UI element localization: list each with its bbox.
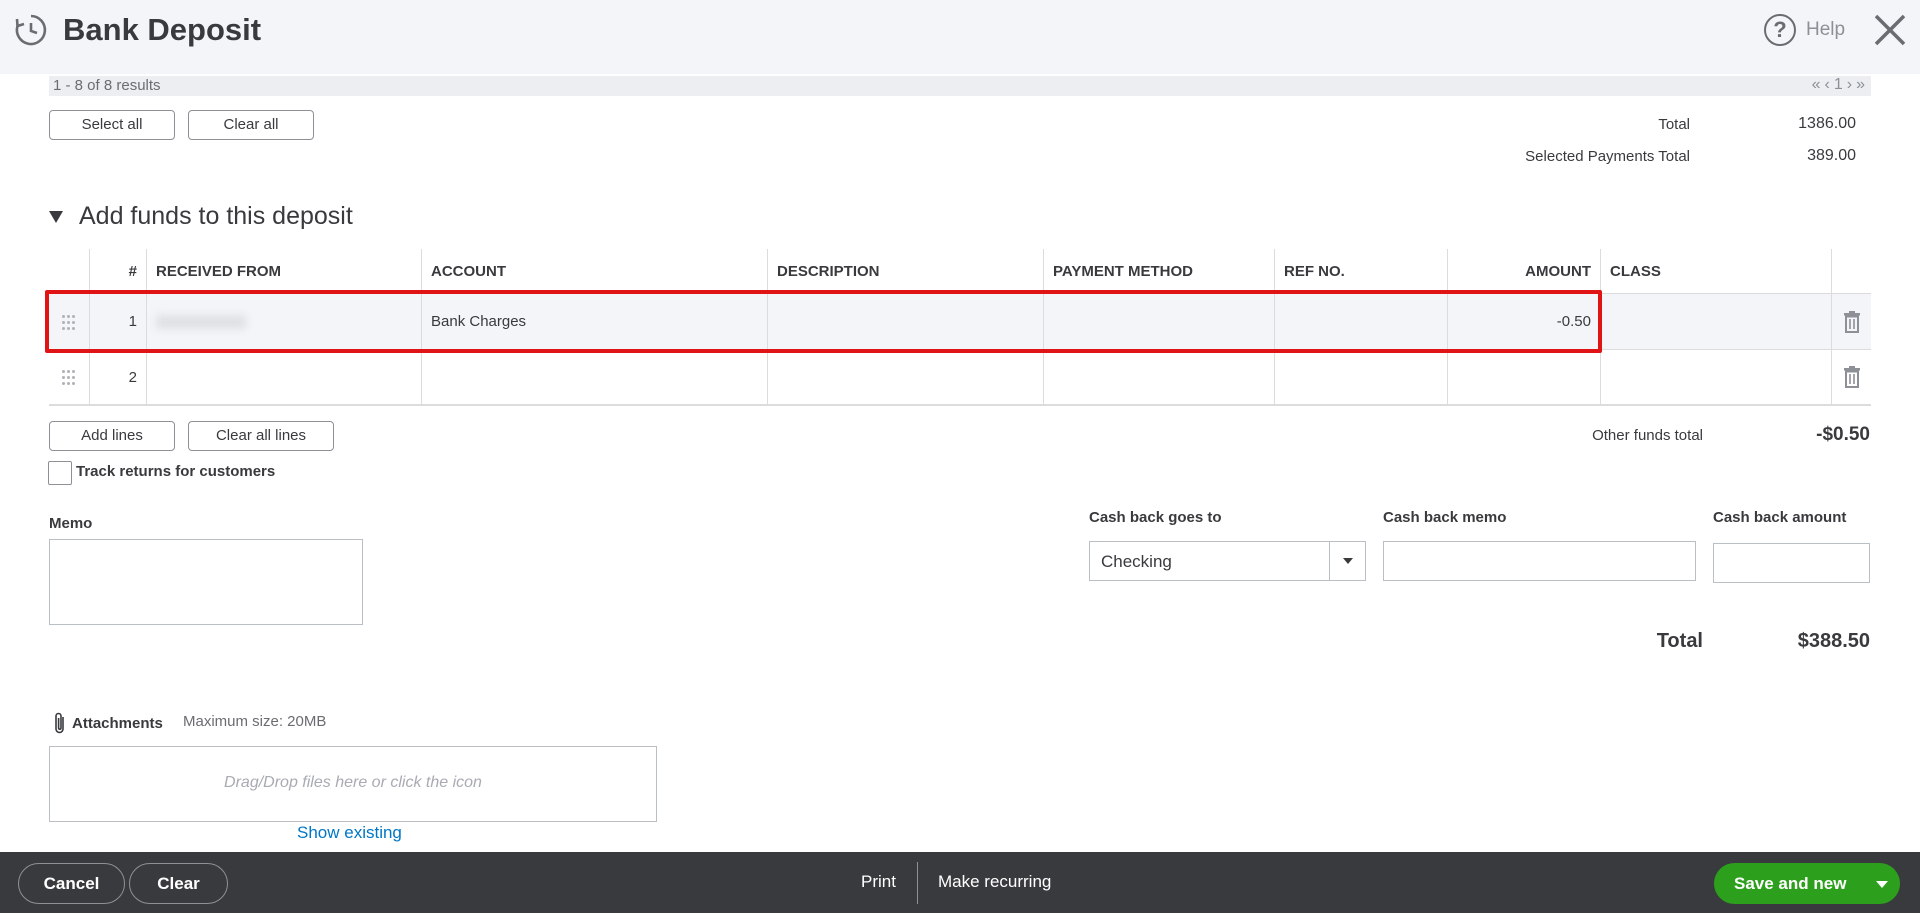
header-num: # xyxy=(90,249,147,293)
close-icon[interactable] xyxy=(1872,12,1908,48)
clear-button[interactable]: Clear xyxy=(129,863,228,904)
cash-back-amount-label: Cash back amount xyxy=(1713,509,1847,526)
caret-down-icon xyxy=(49,210,63,223)
header-amount: AMOUNT xyxy=(1448,249,1601,293)
account-cell[interactable] xyxy=(422,350,768,404)
cash-back-amount-input[interactable] xyxy=(1713,543,1870,583)
amount-cell[interactable] xyxy=(1448,350,1601,404)
selected-payments-value: 389.00 xyxy=(1807,147,1856,164)
trash-icon xyxy=(1843,366,1860,388)
grand-total-value: $388.50 xyxy=(1797,630,1870,652)
table-row[interactable]: 1 Bank Charges -0.50 xyxy=(49,294,1871,350)
row-num: 2 xyxy=(90,350,147,404)
chevron-down-icon[interactable] xyxy=(1329,542,1365,580)
header-payment-method: PAYMENT METHOD xyxy=(1044,249,1275,293)
results-summary: 1 - 8 of 8 results xyxy=(53,77,161,94)
delete-row-button[interactable] xyxy=(1832,294,1871,349)
payments-total-value: 1386.00 xyxy=(1798,115,1856,132)
description-cell[interactable] xyxy=(768,294,1044,349)
clear-all-lines-button[interactable]: Clear all lines xyxy=(188,421,334,451)
header-description: DESCRIPTION xyxy=(768,249,1044,293)
cash-back-memo-input[interactable] xyxy=(1383,541,1696,581)
save-and-new-button[interactable]: Save and new xyxy=(1714,863,1900,904)
payment-method-cell[interactable] xyxy=(1044,350,1275,404)
delete-row-button[interactable] xyxy=(1832,350,1871,404)
payment-method-cell[interactable] xyxy=(1044,294,1275,349)
show-existing-link[interactable]: Show existing xyxy=(297,823,402,843)
header-class: CLASS xyxy=(1601,249,1832,293)
account-cell[interactable]: Bank Charges xyxy=(422,294,768,349)
table-row[interactable]: 2 xyxy=(49,350,1871,406)
help-button[interactable]: ? Help xyxy=(1764,14,1845,46)
paperclip-icon xyxy=(55,712,64,734)
ref-no-cell[interactable] xyxy=(1275,350,1448,404)
drag-handle[interactable] xyxy=(49,294,90,349)
history-clock-icon xyxy=(15,14,47,46)
first-page-button[interactable]: « xyxy=(1812,76,1825,93)
header-drag xyxy=(49,249,90,293)
header-ref-no: REF NO. xyxy=(1275,249,1448,293)
memo-textarea[interactable] xyxy=(49,539,363,625)
cash-back-account-select[interactable]: Checking xyxy=(1089,541,1366,581)
current-page: 1 xyxy=(1833,76,1847,93)
track-returns-label: Track returns for customers xyxy=(76,463,276,480)
description-cell[interactable] xyxy=(768,350,1044,404)
received-from-cell[interactable] xyxy=(147,294,422,349)
drag-handle[interactable] xyxy=(49,350,90,404)
prev-page-button[interactable]: ‹ xyxy=(1825,76,1834,93)
class-cell[interactable] xyxy=(1601,294,1832,349)
cancel-button[interactable]: Cancel xyxy=(18,863,125,904)
print-link[interactable]: Print xyxy=(861,872,896,892)
cash-back-account-value: Checking xyxy=(1101,552,1172,571)
add-lines-button[interactable]: Add lines xyxy=(49,421,175,451)
attachments-title: Attachments xyxy=(72,714,163,732)
attachments-dropzone[interactable]: Drag/Drop files here or click the icon xyxy=(49,746,657,822)
memo-label: Memo xyxy=(49,515,93,532)
ref-no-cell[interactable] xyxy=(1275,294,1448,349)
last-page-button[interactable]: » xyxy=(1856,76,1869,93)
next-page-button[interactable]: › xyxy=(1847,76,1856,93)
make-recurring-link[interactable]: Make recurring xyxy=(938,872,1051,892)
save-and-new-label: Save and new xyxy=(1734,874,1847,893)
redacted-text xyxy=(156,314,246,329)
dialog-header: Bank Deposit ? Help xyxy=(0,0,1920,74)
question-circle-icon: ? xyxy=(1764,14,1796,46)
grand-total-label: Total xyxy=(1656,630,1703,652)
attachments-header: Attachments xyxy=(52,711,163,735)
cash-back-goes-to-label: Cash back goes to xyxy=(1089,509,1222,526)
drag-grip-icon xyxy=(62,314,76,330)
other-funds-value: -$0.50 xyxy=(1816,424,1870,445)
track-returns-checkbox[interactable] xyxy=(48,461,72,485)
caret-down-icon[interactable] xyxy=(1876,881,1888,888)
footer-bar: Cancel Clear Print Make recurring Save a… xyxy=(0,852,1920,913)
results-bar: 1 - 8 of 8 results «‹1›» xyxy=(49,76,1871,96)
received-from-cell[interactable] xyxy=(147,350,422,404)
table-header-row: # RECEIVED FROM ACCOUNT DESCRIPTION PAYM… xyxy=(49,249,1871,294)
amount-cell[interactable]: -0.50 xyxy=(1448,294,1601,349)
other-funds-label: Other funds total xyxy=(1592,427,1703,444)
page-title: Bank Deposit xyxy=(63,12,262,47)
class-cell[interactable] xyxy=(1601,350,1832,404)
header-received-from: RECEIVED FROM xyxy=(147,249,422,293)
section-title: Add funds to this deposit xyxy=(79,202,353,230)
dropzone-text: Drag/Drop files here or click the icon xyxy=(224,774,482,791)
footer-divider xyxy=(917,862,918,904)
header-actions xyxy=(1832,249,1871,293)
trash-icon xyxy=(1843,310,1860,333)
add-funds-section-toggle[interactable]: Add funds to this deposit xyxy=(49,202,353,231)
clear-all-button[interactable]: Clear all xyxy=(188,110,314,140)
select-all-button[interactable]: Select all xyxy=(49,110,175,140)
header-account: ACCOUNT xyxy=(422,249,768,293)
payments-total-label: Total xyxy=(1658,116,1690,133)
help-label: Help xyxy=(1806,19,1846,40)
selected-payments-label: Selected Payments Total xyxy=(1525,148,1690,165)
pager: «‹1›» xyxy=(1812,76,1869,94)
attachments-max-size: Maximum size: 20MB xyxy=(183,713,327,730)
cash-back-memo-label: Cash back memo xyxy=(1383,509,1507,526)
drag-grip-icon xyxy=(62,370,76,385)
row-num: 1 xyxy=(90,294,147,349)
